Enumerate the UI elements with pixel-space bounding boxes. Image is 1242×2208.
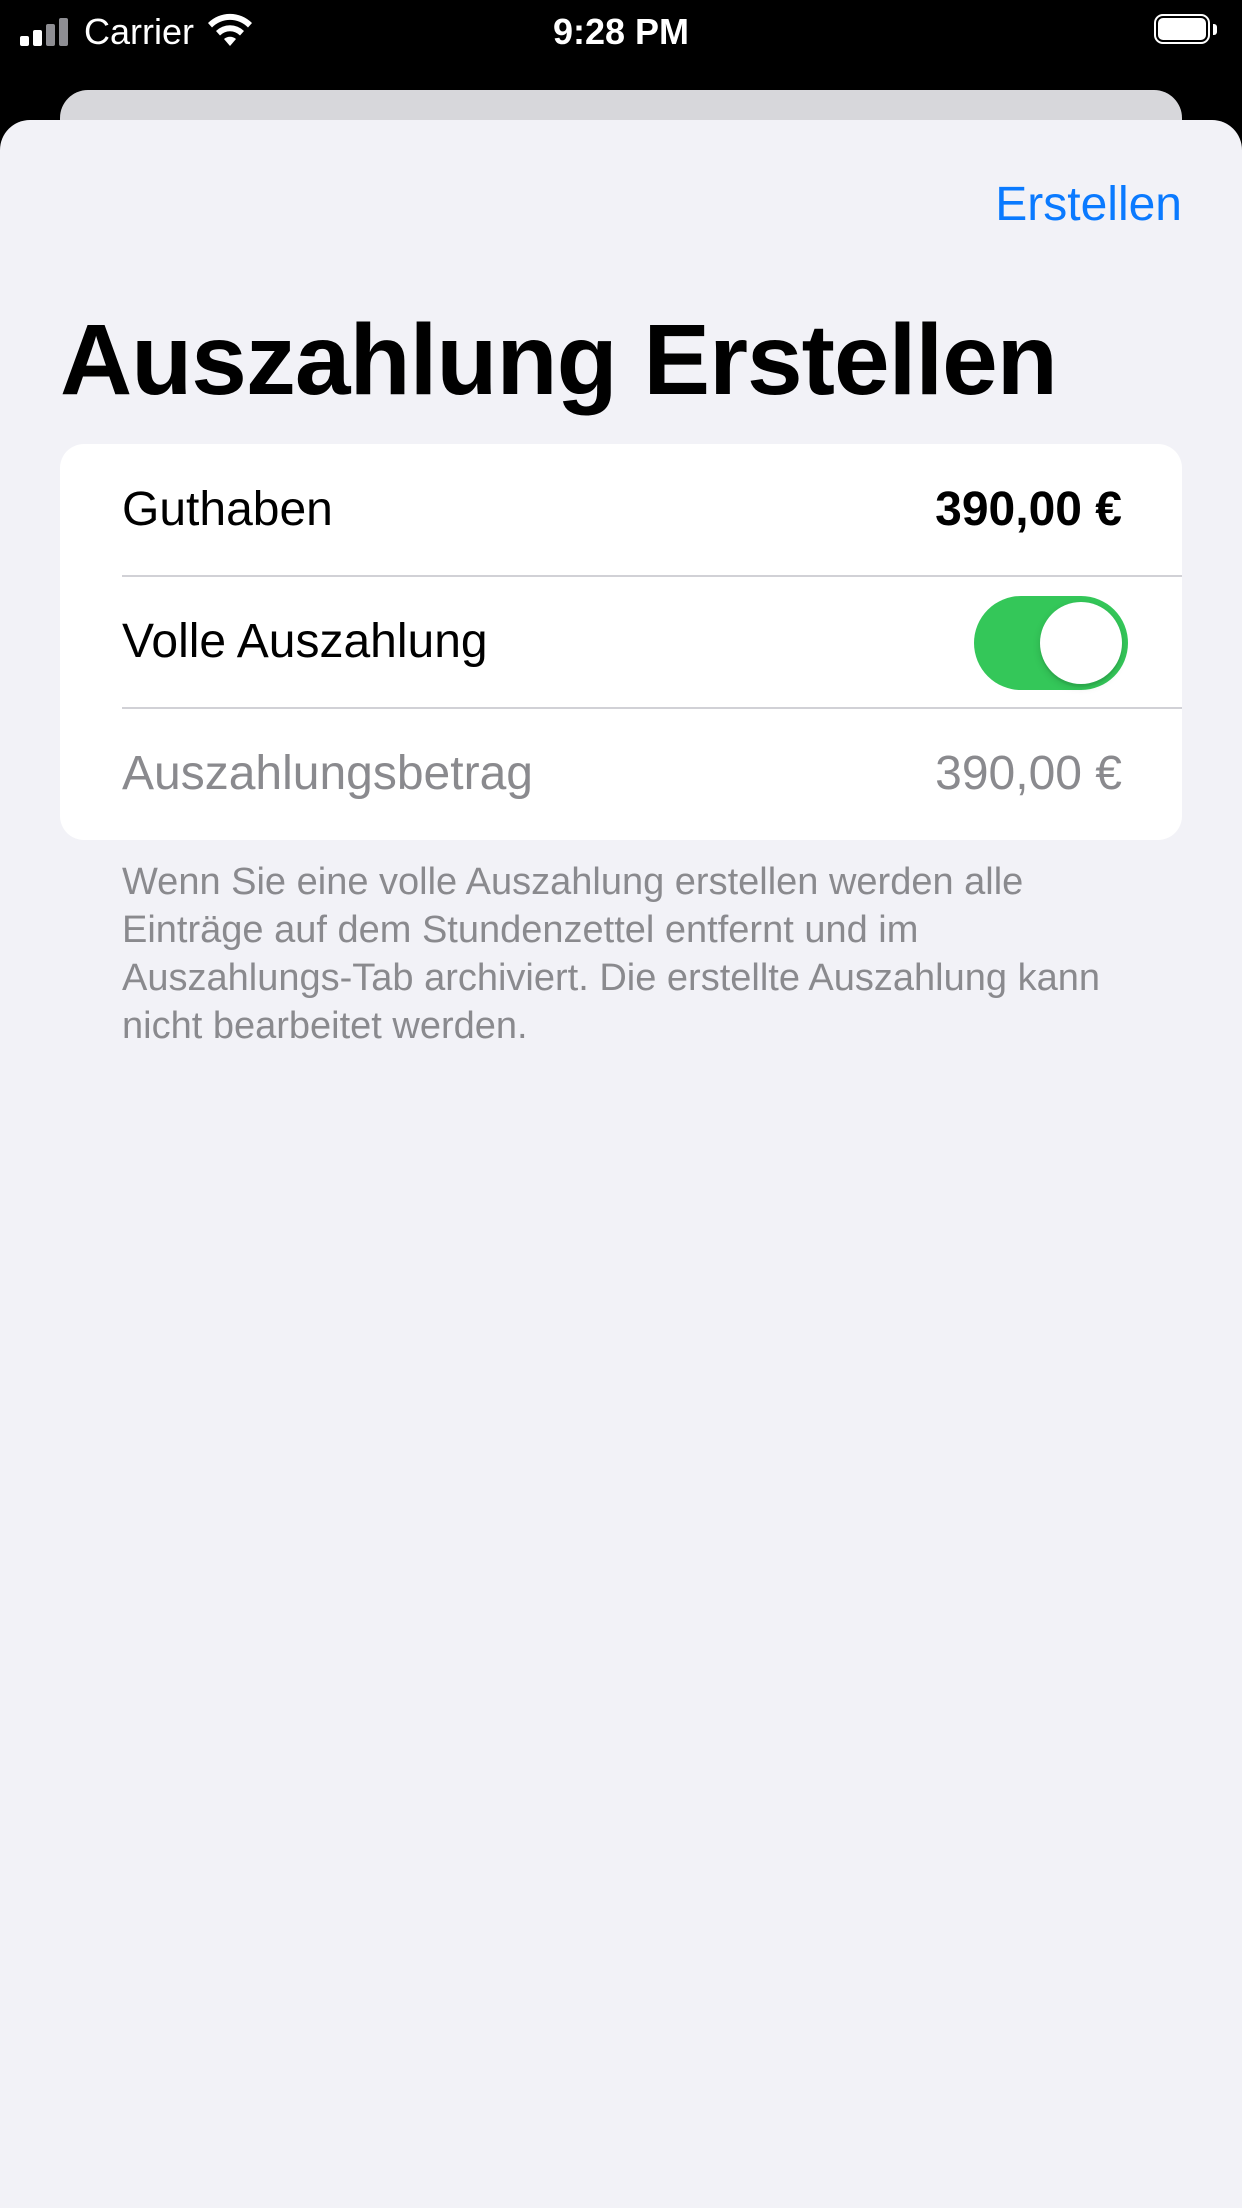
balance-label: Guthaben xyxy=(122,483,333,536)
balance-value: 390,00 € xyxy=(935,483,1122,536)
status-bar: Carrier 9:28 PM xyxy=(0,0,1242,64)
battery-icon xyxy=(1154,14,1220,48)
payout-amount-field: 390,00 € xyxy=(935,747,1122,800)
status-time: 9:28 PM xyxy=(552,11,690,52)
balance-row: Guthaben 390,00 € xyxy=(60,444,1182,576)
payout-amount-row: Auszahlungsbetrag 390,00 € xyxy=(60,708,1182,840)
full-payout-label: Volle Auszahlung xyxy=(122,615,488,668)
payout-form-group: Guthaben 390,00 € Volle Auszahlung Ausza… xyxy=(60,444,1182,840)
create-button[interactable]: Erstellen xyxy=(995,176,1182,234)
full-payout-toggle[interactable] xyxy=(974,596,1128,690)
payout-amount-label: Auszahlungsbetrag xyxy=(122,747,533,800)
toggle-knob xyxy=(1040,602,1122,684)
full-payout-row: Volle Auszahlung xyxy=(60,576,1182,708)
modal-sheet: Erstellen Auszahlung Erstellen Guthaben … xyxy=(0,120,1242,2208)
page-title: Auszahlung Erstellen xyxy=(60,304,1058,416)
footer-note: Wenn Sie eine volle Auszahlung erstellen… xyxy=(122,861,1100,1047)
